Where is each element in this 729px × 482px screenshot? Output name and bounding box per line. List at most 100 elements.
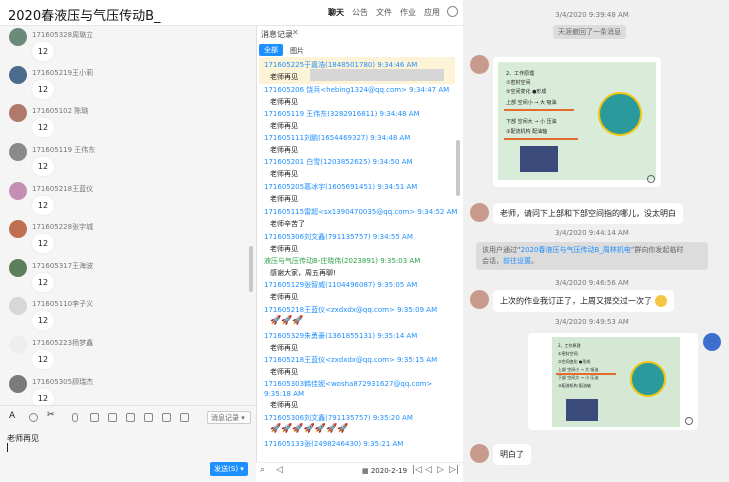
zoom-icon[interactable] [647,175,655,183]
blurred-area [310,69,444,81]
history-date[interactable]: ▦ 2020-2-19 [362,467,407,475]
group-link[interactable]: 2020春液压与气压传动B_周林机电 [521,246,631,254]
avatar[interactable] [470,55,489,74]
history-entry-header: 171605115雷超<sx1390470035@qq.com> 9:34:52… [264,208,458,216]
history-entry-text: 🚀🚀🚀🚀🚀🚀🚀 [270,424,349,434]
avatar[interactable] [9,375,27,393]
tab-apps[interactable]: 应用 [424,7,440,18]
group-chat-messages: 171605328周璐立 12 171605219王小莉 12 17160510… [0,26,256,405]
message-bubble: 12 [32,389,54,405]
input-text[interactable]: 老师再见 [7,433,39,444]
message-bubble: 12 [32,196,54,215]
notice-text: 会话， [482,257,503,265]
gear-icon[interactable] [447,6,458,17]
history-entry-header: 171605206 饶兵<hebing1324@qq.com> 9:34:47 … [264,86,450,94]
lecture-slide-image: 2、工作原理 ①密封空间 ②空间变化 ●形成 上部 空间小 → 大 吸油 下部 … [498,62,656,180]
floating-assistant-icon[interactable] [703,333,721,351]
history-entry-text: 老师辛苦了 [270,220,305,228]
tab-files[interactable]: 文件 [376,7,392,18]
avatar[interactable] [9,182,27,200]
avatar[interactable] [9,143,27,161]
microphone-icon[interactable] [72,413,78,422]
search-icon[interactable]: ⌕ [260,465,265,475]
prev-page-icon[interactable]: ◁ [425,465,432,475]
image-icon[interactable] [108,413,117,422]
last-page-icon[interactable]: ▷| [449,465,459,475]
history-entry-header: 171605129张智威(1104496087) 9:35:05 AM [264,281,418,289]
slide-text: ①密封空间 [558,351,578,356]
notice-text: ”群向你发起临时 [630,246,684,254]
slide-text: ③配流机构 配油轴 [558,383,591,388]
history-entry-header: 171605133张(2498246430) 9:35:21 AM [264,440,404,448]
avatar[interactable] [9,259,27,277]
screen-share-icon[interactable] [144,413,153,422]
zoom-icon[interactable] [685,417,693,425]
tab-announcement[interactable]: 公告 [352,7,368,18]
history-entry-header-teacher: 液压与气压传动B-庄晓伟(2023891) 9:35:03 AM [264,257,421,265]
settings-link[interactable]: 前往设置 [503,257,531,265]
slide-text: 2、工作原理 [558,343,581,348]
history-entry-header: 171605111刘鹏(1654469327) 9:34:48 AM [264,134,411,142]
sender-name: 171605317王海波 [32,262,94,270]
message-bubble: 12 [32,42,54,61]
lecture-slide-image: 2、工作原理 ①密封空间 ②空间变化 ●形成 上部 空间小 → 大 吸油 下部 … [552,337,680,427]
file-icon[interactable] [90,413,99,422]
pump-photo [520,146,558,172]
avatar[interactable] [9,297,27,315]
avatar[interactable] [470,290,489,309]
folder-icon[interactable] [126,413,135,422]
timestamp: 3/4/2020 9:49:53 AM [555,318,629,326]
sender-name: 171605102 陈璐 [32,107,89,115]
avatar[interactable] [9,28,27,46]
history-scrollbar[interactable] [456,140,460,196]
system-notice: 天涯撤回了一条消息 [553,25,626,39]
close-icon[interactable]: ✕ [292,28,299,37]
system-notice: 该用户通过“2020春液压与气压传动B_周林机电”群向你发起临时 会话，前往设置。 [476,242,708,270]
left-scrollbar[interactable] [249,246,253,292]
annotation-stroke [504,109,574,111]
send-button[interactable]: 发送(S) ▾ [210,462,248,476]
image-message[interactable]: 2、工作原理 ①密封空间 ②空间变化 ●形成 上部 空间小 → 大 吸油 下部 … [528,333,698,430]
tab-homework[interactable]: 作业 [400,7,416,18]
slide-text: 下部 空间大 → 小 压油 [558,375,599,380]
timestamp: 3/4/2020 9:44:14 AM [555,229,629,237]
avatar[interactable] [9,104,27,122]
filter-pictures-button[interactable]: 图片 [290,46,304,56]
history-entry-header: 171605306刘文鑫(791135757) 9:35:20 AM [264,414,413,422]
sender-name: 171605228张宇城 [32,223,94,231]
avatar[interactable] [9,336,27,354]
video-icon[interactable] [162,413,171,422]
emoji-icon[interactable] [29,413,38,422]
sender-name: 171605305顾瑞杰 [32,378,94,386]
font-icon[interactable]: A [9,411,18,421]
avatar[interactable] [9,66,27,84]
message-bubble: 12 [32,118,54,137]
history-title: 消息记录 [261,30,293,39]
history-entry-header: 171605119 王伟东(3282916811) 9:34:48 AM [264,110,420,118]
avatar[interactable] [470,444,489,463]
avatar[interactable] [9,220,27,238]
history-entry-text: 老师再见 [270,73,298,81]
text-caret [7,443,8,452]
speaker-icon[interactable]: ◁ [276,465,283,475]
history-entry-text: 老师再见 [270,195,298,203]
tab-chat[interactable]: 聊天 [328,7,344,18]
avatar[interactable] [470,203,489,222]
sender-name: 171605219王小莉 [32,69,94,77]
filter-all-button[interactable]: 全部 [259,44,283,56]
scissors-icon[interactable]: ✂ [47,410,56,420]
history-entry-text: 老师再见 [270,122,298,130]
slide-text: 上部 空间小 → 大 吸油 [506,100,557,106]
emoji-face-icon [654,295,667,307]
history-entry-header: 171605218王蓝仪<zxdxdx@qq.com> 9:35:15 AM [264,356,438,364]
sender-name: 171605110李子义 [32,300,94,308]
timestamp: 3/4/2020 9:46:56 AM [555,279,629,287]
message-history-button[interactable]: 消息记录 ▾ [207,411,251,424]
more-icon[interactable] [180,413,189,422]
message-text: 上次的作业我订正了，上周又提交过一次了 [500,296,652,306]
next-page-icon[interactable]: ▷ [437,465,444,475]
image-message[interactable]: 2、工作原理 ①密封空间 ②空间变化 ●形成 上部 空间小 → 大 吸油 下部 … [493,57,661,187]
history-entry-text: 老师再见 [270,170,298,178]
message-bubble: 明白了 [493,444,531,465]
first-page-icon[interactable]: |◁ [412,465,422,475]
